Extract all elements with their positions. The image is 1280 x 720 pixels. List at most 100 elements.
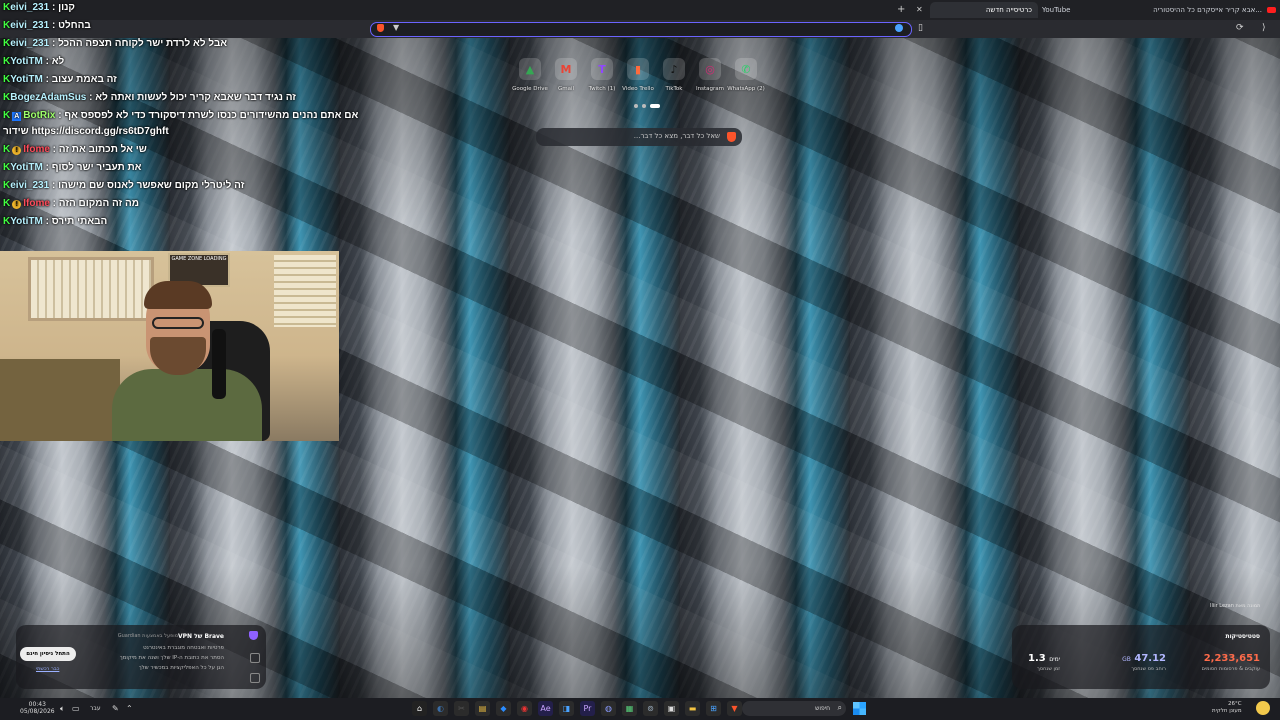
vpn-already-purchased-link[interactable]: כבר רכשתי: [36, 666, 59, 672]
chat-message: Keivi_231 : בהחלט: [3, 20, 91, 31]
vscode-icon[interactable]: ◆: [496, 701, 511, 716]
chrome-icon[interactable]: ◉: [517, 701, 532, 716]
volume-icon[interactable]: 🔈︎: [60, 704, 65, 714]
stat-ads-blocked: 2,233,651 עוקבים & פרסומות חסומים: [1202, 653, 1260, 672]
pagination-dot-active[interactable]: [650, 104, 660, 108]
kick-icon: K: [3, 198, 11, 209]
aftereffects-icon[interactable]: Ae: [538, 701, 553, 716]
top-site-tile[interactable]: ◎ Instagram: [692, 58, 728, 92]
pen-icon[interactable]: ✎: [112, 704, 119, 713]
chat-username[interactable]: BotRix: [23, 110, 55, 121]
chat-username[interactable]: eivi_231: [10, 2, 49, 13]
brave-shield-icon[interactable]: [377, 24, 384, 32]
chevron-up-icon[interactable]: ⌃: [126, 704, 133, 713]
top-site-icon: M: [555, 58, 577, 80]
chat-message: K! Ifome : מה זה המקום הזה: [3, 198, 139, 209]
search-input[interactable]: שאל כל דבר, מצא כל דבר...: [536, 128, 742, 146]
address-input[interactable]: ▼: [370, 22, 912, 37]
chat-username[interactable]: Ifome: [23, 198, 50, 209]
pagination-dot[interactable]: [634, 104, 638, 108]
top-site-label: Instagram: [696, 86, 724, 92]
photo-credit[interactable]: תמונה מאת Iliir Lezan: [1210, 603, 1260, 609]
network-icon[interactable]: ▭: [72, 704, 80, 713]
pagination-dot[interactable]: [642, 104, 646, 108]
stats-widget: סטטיסטיקות 2,233,651 עוקבים & פרסומות חס…: [1012, 625, 1270, 689]
top-site-label: Google Drive: [512, 86, 548, 92]
chat-username[interactable]: YotiTM: [10, 162, 43, 173]
taskbar: 00:43 05/08/2026 🔈︎ ▭ עבר ✎ ⌃ ⌂ ◐ ✂ ▤ ◆ ◉ Ae ◨ P…: [0, 698, 1280, 720]
snipping-icon[interactable]: ✂: [454, 701, 469, 716]
extension-icon[interactable]: [895, 24, 903, 32]
chat-message: KYotiTM : לא: [3, 56, 64, 67]
tab-youtube-stream[interactable]: אבא קריר אייסקרם כל ההיסטוריה...: [1130, 2, 1280, 18]
widgets-icon[interactable]: ◐: [433, 701, 448, 716]
chat-text: את תעביר ישר לסוף: [51, 162, 142, 173]
bookmark-icon[interactable]: ▯: [918, 23, 923, 33]
taskbar-search[interactable]: ⌕ חיפוש: [742, 701, 846, 716]
browser-icon[interactable]: ◨: [559, 701, 574, 716]
store-icon[interactable]: ⊞: [706, 701, 721, 716]
forward-icon[interactable]: ⟩: [1262, 23, 1266, 33]
chat-username[interactable]: eivi_231: [10, 38, 49, 49]
chat-separator: :: [86, 92, 96, 103]
chat-message: https://discord.gg/rs6tD7ghft שידור: [3, 126, 169, 137]
chat-username[interactable]: eivi_231: [10, 180, 49, 191]
tab-youtube[interactable]: YouTube: [1036, 2, 1088, 18]
chat-separator: :: [49, 20, 59, 31]
top-site-tile[interactable]: ✆ WhatsApp (2): [727, 58, 765, 92]
kick-icon: K: [3, 110, 11, 121]
brave-icon[interactable]: ▼: [727, 701, 742, 716]
chat-username[interactable]: eivi_231: [10, 20, 49, 31]
new-tab-icon[interactable]: +: [897, 4, 905, 15]
top-site-icon: T: [591, 58, 613, 80]
top-site-tile[interactable]: ♪ TikTok: [656, 58, 692, 92]
files-icon[interactable]: ▤: [475, 701, 490, 716]
chat-username[interactable]: YotiTM: [10, 74, 43, 85]
webcam-window-blinds: [28, 257, 154, 321]
vpn-start-trial-button[interactable]: התחל ניסיון חינם: [20, 647, 76, 661]
close-tab-icon[interactable]: ✕: [916, 5, 923, 14]
chat-text: זה נגיד דבר שאבא קריר יכול לעשות ואתה לא: [95, 92, 296, 103]
stat-time-saved: 1.3 ימים זמן שנחסך: [1028, 653, 1060, 672]
stat-value: 2,233,651: [1203, 653, 1260, 664]
language-indicator[interactable]: עבר: [90, 705, 101, 712]
premiere-icon[interactable]: Pr: [580, 701, 595, 716]
tab-new-tab[interactable]: כרטיסייה חדשה: [930, 2, 1038, 18]
chat-username[interactable]: YotiTM: [10, 56, 43, 67]
reload-icon[interactable]: ⟳: [1236, 23, 1244, 33]
calculator-icon[interactable]: ▣: [664, 701, 679, 716]
vpn-collapse-icon[interactable]: [250, 653, 260, 663]
weather-widget[interactable]: 26°C מעונן חלקית: [1212, 701, 1242, 715]
folder-icon[interactable]: ▬: [685, 701, 700, 716]
browser-title-bar: אבא קריר אייסקרם כל ההיסטוריה... YouTube…: [0, 0, 1280, 20]
top-site-tile[interactable]: T Twitch (1): [584, 58, 620, 92]
chat-separator: :: [49, 198, 59, 209]
discord-icon[interactable]: ◍: [601, 701, 616, 716]
notepad-icon[interactable]: ▦: [622, 701, 637, 716]
steam-icon[interactable]: ⊚: [643, 701, 658, 716]
top-site-tile[interactable]: ▲ Google Drive: [512, 58, 548, 92]
clock-time: 00:43: [28, 701, 46, 708]
windows-start-icon[interactable]: [853, 702, 866, 715]
stat-label: רוחב פס שנחסך: [1131, 666, 1166, 672]
chat-username[interactable]: Ifome: [23, 144, 50, 155]
rewards-icon[interactable]: ▼: [393, 23, 399, 32]
chat-text: אם אתם נהנים מהשידורים כנסו לשרת דיסקורד…: [64, 110, 359, 121]
top-site-tile[interactable]: ▮ Video Trello: [620, 58, 656, 92]
chat-text: קנון: [58, 2, 75, 13]
vpn-subtitle: מופעל באמצעות Guardian: [117, 633, 178, 639]
chat-username[interactable]: BogezAdamSus: [10, 92, 86, 103]
taskbar-clock[interactable]: 00:43 05/08/2026: [20, 701, 55, 715]
webcam-bed: [0, 359, 120, 441]
chat-message: K! Ifome : שי אל תכתוב את זה: [3, 144, 147, 155]
vpn-settings-icon[interactable]: [250, 673, 260, 683]
webcam-window-blinds: [274, 255, 336, 327]
chat-username[interactable]: YotiTM: [10, 216, 43, 227]
chat-separator: :: [49, 144, 59, 155]
chat-separator: :: [42, 74, 52, 85]
app-icon[interactable]: ⌂: [412, 701, 427, 716]
top-site-tile[interactable]: M Gmail: [548, 58, 584, 92]
stats-title: סטטיסטיקות: [1225, 633, 1261, 640]
address-bar-row: ⟳ ⟩ ▯ ▼: [0, 20, 1280, 38]
warning-badge-icon: !: [12, 146, 22, 155]
